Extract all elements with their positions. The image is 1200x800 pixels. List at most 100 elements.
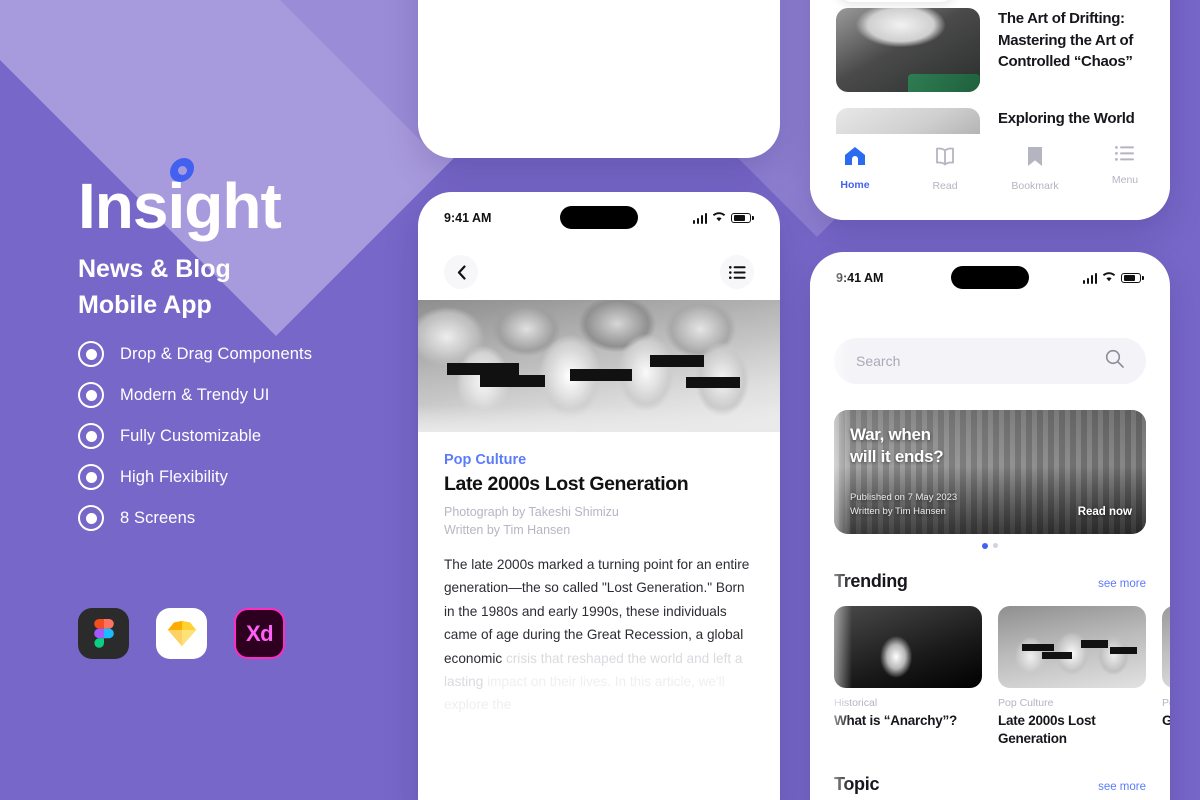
status-bar: 9:41 AM <box>418 192 780 244</box>
home-icon <box>844 146 866 171</box>
dynamic-island <box>951 266 1029 289</box>
read-now-button[interactable]: Read now <box>1078 506 1132 518</box>
wifi-icon <box>1102 269 1116 287</box>
status-icons <box>1082 269 1144 287</box>
night-fire-photo <box>834 606 982 688</box>
bottom-tab-bar: Home Read Bookmark Menu <box>810 134 1170 220</box>
feature-label: Drop & Drag Components <box>120 344 313 363</box>
search-input[interactable]: Search <box>834 338 1146 384</box>
censor-bar <box>479 375 545 388</box>
carousel-dots <box>810 543 1170 549</box>
status-bar: 9:41 AM <box>810 252 1170 304</box>
adobe-xd-icon: Xd <box>234 608 285 659</box>
article-paragraph: The late 2000s marked a turning point fo… <box>444 553 754 717</box>
hero-title-line1: War, when <box>850 425 931 444</box>
tab-read[interactable]: Read <box>900 146 990 192</box>
book-icon <box>935 146 955 172</box>
trending-card-title: Late 2000s Lost Generation <box>998 713 1096 747</box>
radio-filled-icon <box>78 382 104 408</box>
article-navbar <box>418 244 780 300</box>
article-paragraph-visible: The late 2000s marked a turning point fo… <box>444 557 750 666</box>
tab-label: Read <box>932 180 958 192</box>
trending-card[interactable]: Pop Culture Late 2000s Lost Generation <box>998 606 1146 748</box>
radio-filled-icon <box>78 464 104 490</box>
battery-icon <box>1121 272 1144 284</box>
screen-category: Automotive The Art of Drifting: Masterin… <box>810 0 1170 220</box>
crowd-photo-2 <box>1162 606 1170 688</box>
trending-heading: Trending <box>834 571 908 591</box>
promo-left-panel: Insight News & Blog Mobile App Drop & Dr… <box>0 0 418 800</box>
tab-label: Bookmark <box>1011 180 1059 192</box>
article-photographer: Photograph by Takeshi Shimizu <box>444 505 619 519</box>
status-icons <box>692 209 754 227</box>
category-chip-automotive[interactable]: Automotive <box>836 0 957 2</box>
feature-label: Modern & Trendy UI <box>120 385 270 404</box>
screen-article-footer: Published on 7 May 2023 Comments(0) Add … <box>418 0 780 158</box>
censor-bar <box>685 376 741 389</box>
feature-item: Fully Customizable <box>78 423 312 449</box>
hero-writer: Written by Tim Hansen <box>850 506 946 518</box>
cellular-signal-icon <box>692 212 708 224</box>
list-item-title: Exploring the World <box>998 110 1135 127</box>
trending-card-category: Historical <box>834 697 878 709</box>
censor-bar <box>1080 640 1108 648</box>
list-item[interactable]: The Art of Drifting: Mastering the Art o… <box>836 8 1144 92</box>
article-body: Pop Culture Late 2000s Lost Generation P… <box>418 432 780 717</box>
article-category[interactable]: Pop Culture <box>444 452 754 468</box>
feature-list: Drop & Drag Components Modern & Trendy U… <box>78 341 312 531</box>
feature-item: 8 Screens <box>78 505 312 531</box>
tab-label: Menu <box>1111 174 1139 186</box>
figma-icon <box>78 608 129 659</box>
tab-menu[interactable]: Menu <box>1080 146 1170 186</box>
hero-published: Published on 7 May 2023 <box>850 491 958 503</box>
screen-article: 9:41 AM Pop Culture Late 2000s Lost Gene… <box>418 192 780 800</box>
feature-item: Drop & Drag Components <box>78 341 312 367</box>
brand-name: Insight <box>78 170 282 242</box>
radio-filled-icon <box>78 505 104 531</box>
search-icon[interactable] <box>1105 349 1124 373</box>
topic-heading: Topic <box>834 774 880 795</box>
adobe-xd-label: Xd <box>245 620 274 646</box>
search-placeholder: Search <box>856 353 901 369</box>
list-menu-icon[interactable] <box>720 255 754 289</box>
carousel-dot[interactable] <box>993 543 998 548</box>
brand-subtitle-line1: News & Blog <box>78 255 231 283</box>
tab-home[interactable]: Home <box>810 146 900 191</box>
hero-title-line2: will it ends? <box>850 447 944 467</box>
tab-bookmark[interactable]: Bookmark <box>990 146 1080 192</box>
hero-fade <box>418 406 780 432</box>
trending-card[interactable]: Historical What is “Anarchy”? <box>834 606 982 748</box>
tool-badges: Xd <box>78 608 285 659</box>
radio-filled-icon <box>78 423 104 449</box>
feature-label: 8 Screens <box>120 508 196 527</box>
brand-logo: Insight <box>78 158 282 242</box>
hero-carousel-card[interactable]: War, when will it ends? Published on 7 M… <box>834 410 1146 534</box>
article-title: Late 2000s Lost Generation <box>444 473 689 495</box>
list-menu-icon <box>1115 146 1135 166</box>
hero-title: War, when will it ends? <box>850 424 944 469</box>
list-item-title: The Art of Drifting: Mastering the Art o… <box>998 10 1134 71</box>
censor-bar <box>1042 651 1072 660</box>
trending-card[interactable]: Pop Cu Gen Z Crisi <box>1162 606 1170 748</box>
feature-label: Fully Customizable <box>120 426 262 445</box>
status-time: 9:41 AM <box>836 271 884 285</box>
trending-card-row[interactable]: Historical What is “Anarchy”? Pop Cultur… <box>834 606 1170 748</box>
censor-bar <box>1021 643 1055 652</box>
status-time: 9:41 AM <box>444 211 492 225</box>
trending-card-title: Gen Z Crisi <box>1162 713 1170 728</box>
feature-item: Modern & Trendy UI <box>78 382 312 408</box>
trending-see-more[interactable]: see more <box>1098 578 1146 590</box>
trending-card-category: Pop Cu <box>1162 697 1170 709</box>
brand-subtitle-line2: Mobile App <box>78 290 212 319</box>
wifi-icon <box>712 209 726 227</box>
carousel-dot-active[interactable] <box>982 543 988 549</box>
censor-bar <box>1110 647 1138 655</box>
article-paragraph-fade2: impact on their lives. In this article, … <box>444 673 725 713</box>
crowd-photo <box>998 606 1146 688</box>
back-button[interactable] <box>444 255 478 289</box>
tab-label: Home <box>840 179 870 191</box>
censor-bar <box>446 363 520 376</box>
topic-see-more[interactable]: see more <box>1098 781 1146 793</box>
sketch-icon <box>156 608 207 659</box>
brand-subtitle: News & Blog Mobile App <box>78 252 231 323</box>
